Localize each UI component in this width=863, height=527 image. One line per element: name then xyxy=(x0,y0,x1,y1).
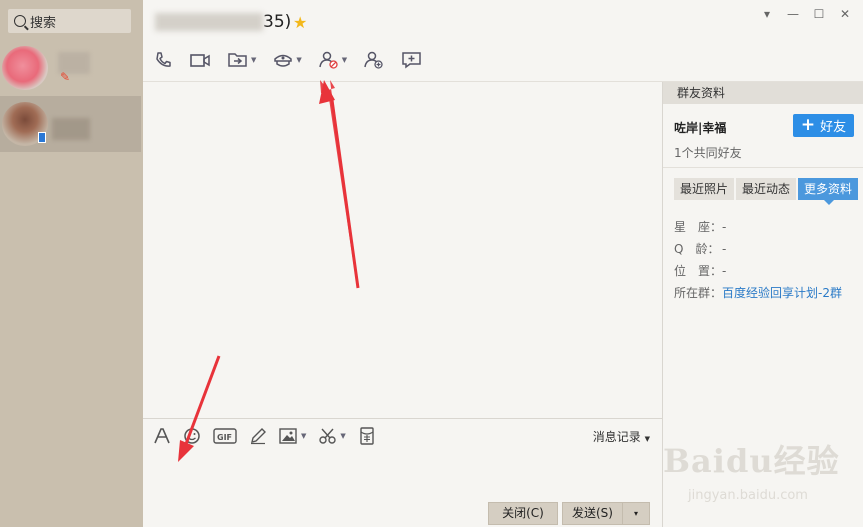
pen-icon xyxy=(251,428,266,445)
info-value: - xyxy=(722,242,727,256)
tab-recent-photos[interactable]: 最近照片 xyxy=(674,178,735,200)
chevron-down-icon[interactable]: ▼ xyxy=(340,432,345,440)
info-row-group: 所在群：百度经验回享计划-2群 xyxy=(674,284,842,301)
info-label: 位 置： xyxy=(674,264,723,278)
profile-tabs: 最近照片 最近动态 更多资料 xyxy=(674,178,859,205)
chevron-down-icon[interactable]: ▼ xyxy=(342,56,347,64)
user-block-icon xyxy=(319,51,338,69)
send-button[interactable]: 发送(S) xyxy=(562,502,622,525)
minimize-button[interactable]: — xyxy=(783,5,803,23)
avatar xyxy=(2,46,48,90)
tab-more-info[interactable]: 更多资料 xyxy=(798,178,859,205)
image-icon xyxy=(279,428,297,444)
emoji-button[interactable] xyxy=(183,427,201,445)
scissors-icon xyxy=(319,428,337,444)
red-packet-icon xyxy=(360,427,374,445)
info-value: - xyxy=(722,264,727,278)
add-member-button[interactable] xyxy=(363,50,385,70)
video-icon xyxy=(190,54,210,67)
window-controls: ▾ — ☐ ✕ xyxy=(757,5,855,23)
contact-item-selected[interactable] xyxy=(0,96,141,152)
info-row-constellation: 星 座：- xyxy=(674,218,726,235)
phone-icon xyxy=(156,52,171,67)
voice-call-button[interactable] xyxy=(153,50,173,70)
chevron-down-icon[interactable]: ▼ xyxy=(251,56,256,64)
new-discussion-button[interactable] xyxy=(401,50,423,70)
video-call-button[interactable] xyxy=(189,50,211,70)
plus-icon: + xyxy=(800,115,816,135)
mobile-online-icon xyxy=(38,132,46,143)
gif-button[interactable]: GIF xyxy=(213,427,237,445)
doodle-button[interactable] xyxy=(249,427,267,445)
file-transfer-button[interactable]: ▼ xyxy=(227,50,256,70)
font-icon xyxy=(154,428,170,444)
svg-text:GIF: GIF xyxy=(217,433,232,442)
chat-add-icon xyxy=(402,52,421,69)
window-menu-button[interactable]: ▾ xyxy=(757,5,777,23)
image-button[interactable]: ▼ xyxy=(279,427,306,445)
message-log-label: 消息记录 xyxy=(592,430,641,444)
remote-assist-button[interactable]: ▼ xyxy=(272,50,302,70)
search-label: 搜索 xyxy=(30,15,57,31)
send-options-dropdown[interactable]: ▾ xyxy=(622,502,650,525)
group-link[interactable]: 百度经验回享计划-2群 xyxy=(722,286,842,300)
font-button[interactable] xyxy=(153,427,171,445)
search-input[interactable]: 搜索 xyxy=(8,9,131,33)
chat-header: 35) ★ ▾ — ☐ ✕ ▼ ▼ ▼ xyxy=(143,0,863,82)
chat-title-blurred xyxy=(155,13,263,31)
chat-title: 35) xyxy=(155,12,291,32)
info-row-q-age: Q 龄： - xyxy=(674,240,726,257)
chat-title-suffix: 35) xyxy=(263,12,292,32)
star-icon[interactable]: ★ xyxy=(293,13,307,32)
file-transfer-icon xyxy=(228,53,247,67)
info-label: 星 座： xyxy=(674,220,723,234)
edit-icon: ✎ xyxy=(60,70,71,84)
chat-toolbar: ▼ ▼ ▼ xyxy=(153,50,439,70)
message-history-area[interactable] xyxy=(143,82,662,418)
chevron-down-icon[interactable]: ▼ xyxy=(296,56,301,64)
member-name[interactable]: 咗岸|幸福 xyxy=(674,119,726,136)
message-log-button[interactable]: 消息记录 ▼ xyxy=(593,428,650,445)
contact-list-panel: 搜索 ✎ xyxy=(0,0,143,527)
info-label: Q 龄： xyxy=(674,242,720,256)
chevron-down-icon[interactable]: ▼ xyxy=(301,432,306,440)
gif-icon: GIF xyxy=(213,428,237,444)
search-icon xyxy=(14,15,26,27)
info-value: - xyxy=(722,220,727,234)
baidu-watermark-url: jingyan.baidu.com xyxy=(688,488,808,503)
maximize-button[interactable]: ☐ xyxy=(809,5,829,23)
info-row-location: 位 置：- xyxy=(674,262,726,279)
tab-recent-activity[interactable]: 最近动态 xyxy=(736,178,797,200)
captain-hat-icon xyxy=(274,54,293,67)
block-user-button[interactable]: ▼ xyxy=(318,50,347,70)
info-label: 所在群： xyxy=(674,286,723,300)
input-toolbar: GIF ▼ ▼ 消息记录 ▼ xyxy=(143,418,662,452)
chevron-down-icon: ▼ xyxy=(644,435,650,443)
divider xyxy=(663,167,863,168)
contact-name xyxy=(52,118,90,140)
user-add-icon xyxy=(364,51,383,69)
contact-item[interactable]: ✎ xyxy=(0,40,141,96)
add-friend-button[interactable]: + 好友 xyxy=(793,114,854,137)
baidu-watermark: Baidu经验 xyxy=(663,442,840,480)
emoji-icon xyxy=(184,428,200,444)
add-friend-label: 好友 xyxy=(820,120,847,135)
red-packet-button[interactable] xyxy=(358,427,376,445)
screenshot-button[interactable]: ▼ xyxy=(318,427,346,445)
mutual-friends[interactable]: 1个共同好友 xyxy=(674,144,742,161)
close-button[interactable]: 关闭(C) xyxy=(488,502,558,525)
profile-panel-title: 群友资料 xyxy=(663,82,863,104)
close-window-button[interactable]: ✕ xyxy=(835,5,855,23)
